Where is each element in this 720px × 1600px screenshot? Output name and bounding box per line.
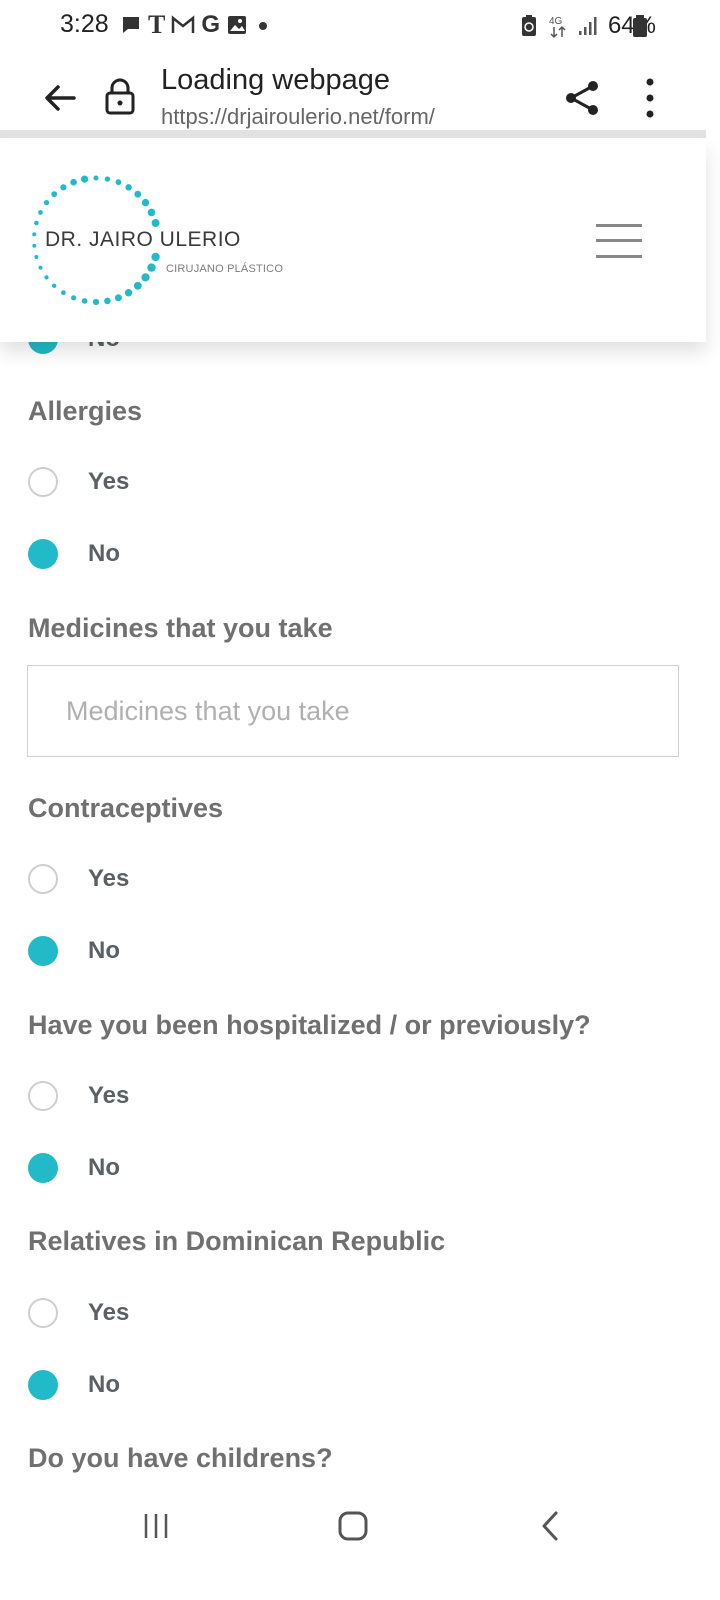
chat-bubble-icon [123,17,139,33]
signal-icon [578,17,597,35]
dot-icon [259,22,268,30]
logo-dot [133,281,142,290]
form-content: No Allergies Yes No Medicines that you t… [0,300,706,1490]
home-icon[interactable] [337,1510,369,1542]
logo-dot [147,263,156,272]
logo-dot [104,176,111,182]
logo-dot [70,178,77,186]
question-hospitalized-label: Have you been hospitalized / or previous… [28,1010,591,1040]
logo-dot [141,198,150,207]
logo-dot [32,243,37,248]
option-label: No [88,937,120,964]
logo-dot [114,294,122,302]
option-label: No [88,1154,120,1181]
option-label: No [88,1371,120,1398]
page-title: Loading webpage [161,64,390,96]
site-header: DR. JAIRO ULERIO CIRUJANO PLÁSTICO [0,140,706,342]
logo-dot [51,191,58,198]
share-icon[interactable] [563,78,603,118]
radio-button[interactable] [28,467,58,497]
logo-dot [34,220,39,226]
contraceptives-option-yes[interactable]: Yes [28,862,129,896]
logo-dot [81,298,88,304]
logo-dot [151,252,160,262]
brand-name: DR. JAIRO ULERIO [45,228,241,251]
question-relatives-label: Relatives in Dominican Republic [28,1226,446,1256]
radio-button-checked[interactable] [28,539,58,569]
logo-dot [44,275,49,280]
gallery-icon [228,16,247,34]
option-label: No [88,540,120,567]
logo-dot [92,298,100,306]
system-nav-bar [0,1490,720,1600]
logo-dot [124,289,133,297]
radio-button[interactable] [28,1298,58,1328]
data-4g-icon: 4G [549,16,566,39]
battery-icon [633,15,647,37]
logo-dot [52,283,57,288]
more-options-icon[interactable] [640,76,660,120]
back-arrow-icon[interactable] [40,78,80,118]
logo-dot [38,265,43,270]
option-label: Yes [88,1299,130,1326]
logo-dot [71,295,77,301]
google-icon: G [201,11,221,38]
contraceptives-option-no[interactable]: No [28,934,120,968]
logo-dot [61,290,66,296]
medicines-input[interactable] [27,665,679,757]
site-logo[interactable]: DR. JAIRO ULERIO CIRUJANO PLÁSTICO [28,173,283,309]
recent-apps-icon[interactable] [142,1512,170,1540]
browser-toolbar: Loading webpage https://drjairoulerio.ne… [0,52,720,138]
question-allergies-label: Allergies [28,396,143,426]
battery-saver-icon [521,15,536,36]
notification-icons: T G [120,12,272,38]
status-bar: 3:28 T G 4G 64% [0,0,720,52]
data-type-label: 4G [549,16,563,27]
brand-subtitle: CIRUJANO PLÁSTICO [166,263,284,275]
logo-dot [147,208,156,217]
question-medicines-label: Medicines that you take [28,613,333,643]
radio-button[interactable] [28,864,58,894]
logo-dot [43,200,50,206]
logo-dot [125,184,132,191]
logo-dot [34,255,39,259]
address-url[interactable]: https://drjairoulerio.net/form/ [161,104,435,130]
allergies-option-yes[interactable]: Yes [28,465,129,499]
relatives-option-no[interactable]: No [28,1368,120,1402]
hospitalized-option-no[interactable]: No [28,1151,120,1185]
page-load-progress [0,130,706,138]
radio-button-checked[interactable] [28,1153,58,1183]
logo-dot [141,273,150,282]
logo-dot [32,232,37,237]
question-contraceptives-label: Contraceptives [28,793,224,823]
status-time: 3:28 [60,10,109,38]
t-mobile-icon: T [148,10,166,39]
logo-dot [60,184,67,191]
question-childrens-label: Do you have childrens? [28,1443,333,1473]
lock-icon[interactable] [104,76,136,116]
logo-dot [81,175,89,183]
logo-dot [104,297,111,305]
radio-button-checked[interactable] [28,1370,58,1400]
logo-dot [38,210,43,215]
allergies-option-no[interactable]: No [28,537,120,571]
logo-dot [115,179,122,186]
relatives-option-yes[interactable]: Yes [28,1296,129,1330]
radio-button[interactable] [28,1081,58,1111]
nav-back-icon[interactable] [540,1510,560,1542]
hospitalized-option-yes[interactable]: Yes [28,1079,129,1113]
hamburger-menu-icon[interactable] [596,224,642,258]
logo-dot [151,219,160,227]
option-label: Yes [88,865,130,892]
option-label: Yes [88,1082,130,1109]
gmail-icon [172,15,195,33]
logo-dot [93,175,99,181]
option-label: Yes [88,468,130,495]
logo-dot [134,190,142,198]
radio-button-checked[interactable] [28,936,58,966]
